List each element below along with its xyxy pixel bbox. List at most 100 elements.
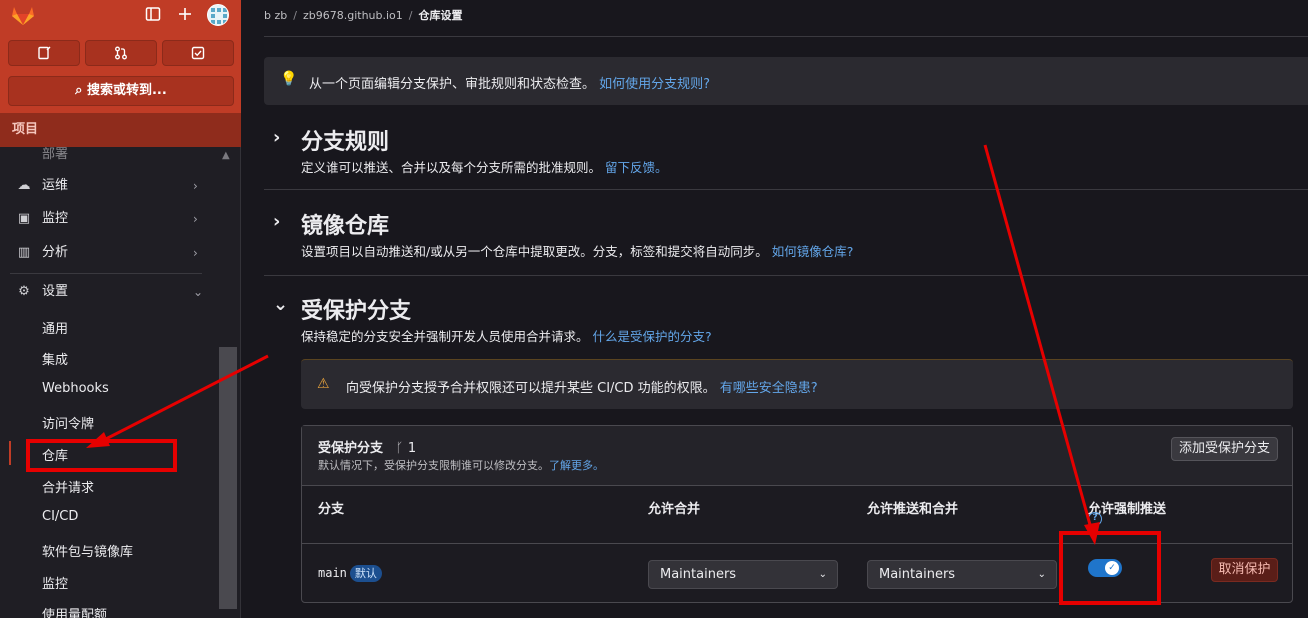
merge-requests-button[interactable]: [85, 40, 157, 66]
branch-count: 1: [407, 441, 417, 456]
user-avatar[interactable]: [207, 4, 229, 26]
sidebar-item-settings[interactable]: ⚙ 设置 ⌄: [0, 276, 218, 308]
settings-sub-access-tokens[interactable]: 访问令牌: [42, 413, 94, 432]
info-banner-message: 从一个页面编辑分支保护、审批规则和状态检查。: [309, 77, 596, 92]
warning-icon: ⚠: [317, 376, 330, 392]
select-value: Maintainers: [660, 567, 737, 582]
section-desc: 定义谁可以推送、合并以及每个分支所需的批准规则。 留下反馈。: [301, 157, 668, 176]
help-icon[interactable]: ?: [1088, 512, 1102, 526]
learn-more-link[interactable]: 了解更多。: [549, 459, 604, 472]
branch-rules-section: › 分支规则 定义谁可以推送、合并以及每个分支所需的批准规则。 留下反馈。: [264, 122, 1308, 182]
sidebar-item-ops[interactable]: ☁ 运维 ›: [0, 170, 218, 202]
section-desc-text: 保持稳定的分支安全并强制开发人员使用合并请求。: [301, 329, 589, 344]
settings-sub-usage-quotas[interactable]: 使用量配额: [42, 604, 107, 618]
settings-sub-general[interactable]: 通用: [42, 318, 68, 337]
chevron-right-icon[interactable]: ›: [273, 211, 280, 232]
sidebar: ⌕ 搜索或转到... 项目 部署 ☁ 运维 › ▣ 监控 › ▥ 分析 › ⚙ …: [0, 0, 241, 618]
sidebar-item-label: 监控: [42, 211, 69, 226]
cloud-ops-icon: ☁: [17, 178, 31, 193]
chevron-right-icon: ›: [193, 179, 198, 193]
chevron-right-icon[interactable]: ›: [273, 127, 280, 148]
security-risks-link[interactable]: 有哪些安全隐患?: [720, 381, 818, 396]
settings-sub-packages[interactable]: 软件包与镜像库: [42, 541, 133, 560]
column-header-branch: 分支: [318, 502, 345, 517]
sidebar-topbar: ⌕ 搜索或转到...: [0, 0, 241, 113]
monitor-icon: ▣: [17, 211, 31, 226]
sidebar-item-analytics[interactable]: ▥ 分析 ›: [0, 237, 218, 269]
breadcrumb-group[interactable]: b zb: [264, 9, 287, 22]
breadcrumb-project[interactable]: zb9678.github.io1: [303, 9, 403, 22]
section-desc: 保持稳定的分支安全并强制开发人员使用合并请求。 什么是受保护的分支?: [301, 326, 712, 345]
info-banner-text: 从一个页面编辑分支保护、审批规则和状态检查。 如何使用分支规则?: [309, 73, 710, 92]
merge-request-icon: [115, 46, 127, 60]
allowed-to-push-select[interactable]: Maintainers ⌄: [867, 560, 1057, 589]
section-divider: [264, 189, 1308, 190]
sidebar-item-label: 分析: [42, 245, 69, 260]
scroll-up-icon[interactable]: ▲: [222, 150, 230, 161]
section-title[interactable]: 受保护分支: [301, 293, 411, 325]
card-subtitle-text: 默认情况下，受保护分支限制谁可以修改分支。: [318, 459, 549, 472]
branch-icon: ᚴ: [395, 441, 404, 456]
todo-check-icon: [191, 46, 205, 60]
sidebar-item-label: 部署: [42, 147, 69, 162]
search-button[interactable]: ⌕ 搜索或转到...: [8, 76, 234, 106]
section-title[interactable]: 分支规则: [301, 124, 389, 156]
card-header: 受保护分支 ᚴ 1 默认情况下，受保护分支限制谁可以修改分支。了解更多。 添加受…: [302, 426, 1292, 486]
mirror-help-link[interactable]: 如何镜像仓库?: [772, 244, 854, 259]
section-title[interactable]: 镜像仓库: [301, 208, 389, 240]
warning-text: 向受保护分支授予合并权限还可以提升某些 CI/CD 功能的权限。 有哪些安全隐患…: [346, 377, 818, 396]
sidebar-item-deploy[interactable]: 部署: [0, 136, 218, 162]
settings-sub-merge-requests[interactable]: 合并请求: [42, 477, 94, 496]
column-header-merge: 允许合并: [648, 502, 701, 517]
branch-rules-help-link[interactable]: 如何使用分支规则?: [599, 77, 710, 92]
issues-button[interactable]: [8, 40, 80, 66]
warning-message: 向受保护分支授予合并权限还可以提升某些 CI/CD 功能的权限。: [346, 381, 716, 396]
allowed-to-merge-select[interactable]: Maintainers ⌄: [648, 560, 838, 589]
settings-sub-monitor[interactable]: 监控: [42, 573, 68, 592]
sidebar-divider: [10, 273, 202, 274]
active-indicator: [9, 441, 11, 465]
card-title: 受保护分支: [318, 441, 384, 456]
settings-sub-integrations[interactable]: 集成: [42, 349, 68, 368]
plus-icon[interactable]: [176, 6, 194, 24]
section-desc-text: 设置项目以自动推送和/或从另一个仓库中提取更改。分支，标签和提交将自动同步。: [301, 244, 768, 259]
section-desc: 设置项目以自动推送和/或从另一个仓库中提取更改。分支，标签和提交将自动同步。 如…: [301, 241, 853, 260]
annotation-box-force-push: [1059, 531, 1161, 605]
lightbulb-icon: 💡: [280, 71, 298, 87]
select-value: Maintainers: [879, 567, 956, 582]
sidebar-scrollbar[interactable]: [219, 347, 237, 609]
section-desc-text: 定义谁可以推送、合并以及每个分支所需的批准规则。: [301, 160, 602, 175]
info-banner: 💡 从一个页面编辑分支保护、审批规则和状态检查。 如何使用分支规则?: [264, 57, 1308, 105]
chart-icon: ▥: [17, 245, 31, 260]
chevron-down-icon[interactable]: ⌄: [273, 294, 288, 315]
sidebar-toggle-icon[interactable]: [144, 6, 162, 24]
sidebar-item-label: 设置: [42, 284, 69, 299]
warning-alert: ⚠ 向受保护分支授予合并权限还可以提升某些 CI/CD 功能的权限。 有哪些安全…: [301, 359, 1293, 409]
card-title-row: 受保护分支 ᚴ 1: [318, 437, 416, 456]
sidebar-item-monitor[interactable]: ▣ 监控 ›: [0, 203, 218, 235]
card-subtitle: 默认情况下，受保护分支限制谁可以修改分支。了解更多。: [318, 457, 604, 473]
breadcrumb-current: 仓库设置: [418, 9, 463, 22]
feedback-link[interactable]: 留下反馈。: [605, 160, 668, 175]
chevron-down-icon: ⌄: [1037, 569, 1046, 580]
search-icon: ⌕: [75, 83, 87, 98]
settings-sub-webhooks[interactable]: Webhooks: [42, 381, 109, 396]
chevron-right-icon: ›: [193, 246, 198, 260]
add-protected-branch-button[interactable]: 添加受保护分支: [1171, 437, 1278, 461]
chevron-down-icon: ⌄: [818, 569, 827, 580]
todos-button[interactable]: [162, 40, 234, 66]
header-divider: [264, 36, 1308, 37]
section-divider: [264, 275, 1308, 276]
default-badge: 默认: [349, 565, 382, 582]
protected-branches-section: ⌄ 受保护分支 保持稳定的分支安全并强制开发人员使用合并请求。 什么是受保护的分…: [264, 291, 1308, 351]
settings-sub-cicd[interactable]: CI/CD: [42, 509, 78, 524]
mirror-section: › 镜像仓库 设置项目以自动推送和/或从另一个仓库中提取更改。分支，标签和提交将…: [264, 206, 1308, 266]
annotation-box-repository: [26, 439, 177, 472]
chevron-right-icon: ›: [193, 212, 198, 226]
protected-help-link[interactable]: 什么是受保护的分支?: [593, 329, 712, 344]
issues-icon: [38, 46, 51, 60]
unprotect-button[interactable]: 取消保护: [1211, 558, 1278, 582]
sidebar-item-label: 运维: [42, 178, 69, 193]
branch-name[interactable]: main: [318, 566, 347, 580]
gitlab-logo-icon[interactable]: [10, 4, 36, 26]
